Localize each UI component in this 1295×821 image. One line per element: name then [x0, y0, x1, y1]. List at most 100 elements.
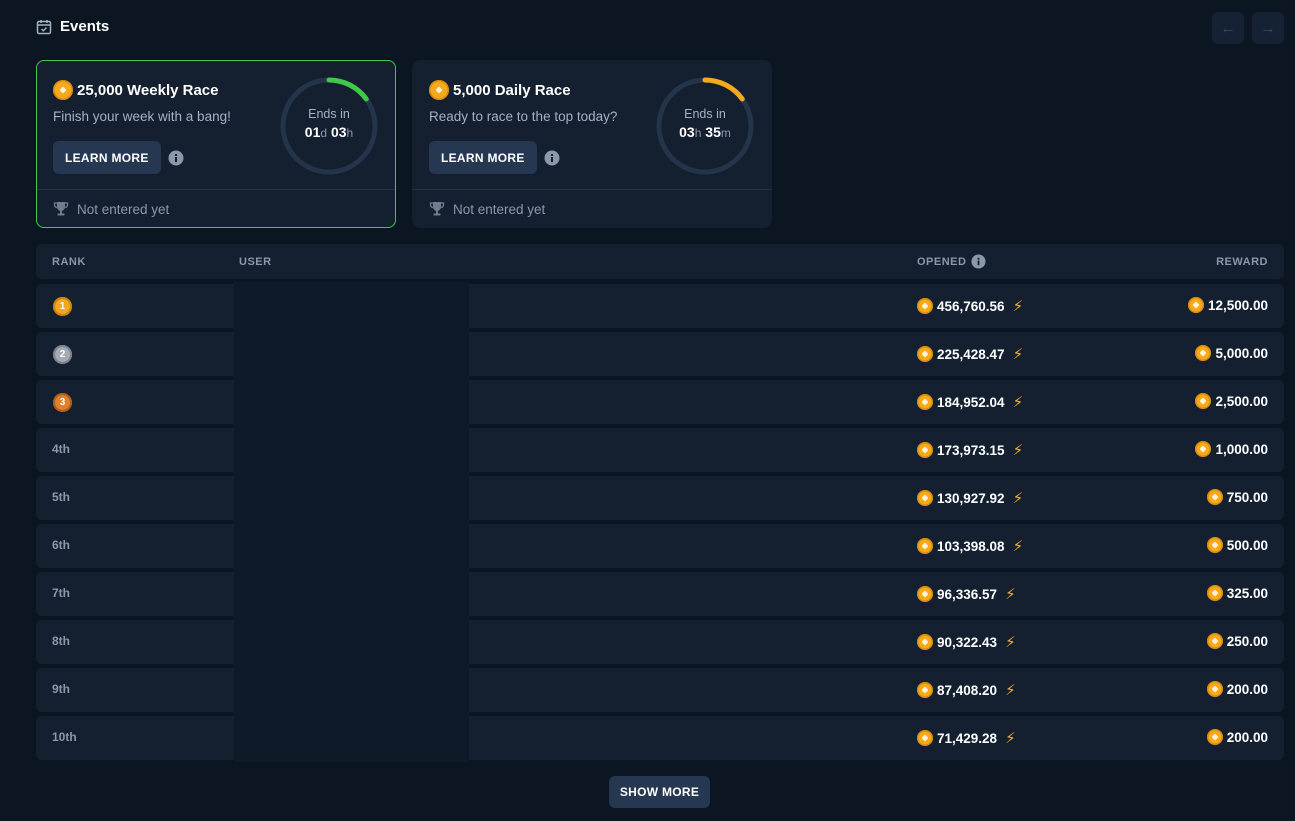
calendar-icon: [36, 19, 52, 34]
leaderboard-header: RANK USER OPENED REWARD: [36, 244, 1284, 279]
lightning-icon: ⚡︎: [1005, 634, 1016, 651]
opened-amount: 225,428.47: [937, 346, 1005, 362]
reward-amount: 12,500.00: [1207, 297, 1268, 313]
rank-label: 4th: [52, 442, 70, 456]
reward-value: 2,500.00: [1195, 393, 1268, 409]
info-icon[interactable]: [544, 150, 560, 166]
coin-icon: [917, 442, 933, 458]
reward-value: 200.00: [1206, 681, 1268, 697]
lightning-icon: ⚡︎: [1005, 586, 1016, 603]
learn-more-button[interactable]: LEARN MORE: [429, 141, 537, 174]
user-cell: [234, 522, 469, 570]
reward-amount: 1,000.00: [1215, 441, 1268, 457]
rank-label: 9th: [52, 682, 70, 696]
opened-value: 96,336.57 ⚡︎: [917, 585, 1016, 603]
reward-value: 325.00: [1206, 585, 1268, 601]
lightning-icon: ⚡︎: [1012, 394, 1024, 411]
opened-value: 225,428.47 ⚡︎: [917, 345, 1023, 363]
event-title-text: 5,000 Daily Race: [453, 81, 571, 99]
opened-amount: 103,398.08: [937, 538, 1005, 554]
trophy-icon: [53, 202, 69, 216]
table-row[interactable]: 5th 130,927.92 ⚡︎ 750.00: [36, 474, 1284, 522]
coin-icon: [917, 586, 933, 602]
reward-value: 1,000.00: [1195, 441, 1268, 457]
leaderboard-rows: 1 456,760.56 ⚡︎ 12,500.00 2 225,428.47 ⚡︎ 5,000…: [36, 282, 1284, 764]
coin-icon: [1206, 681, 1223, 697]
user-cell: [234, 714, 469, 762]
event-title: 5,000 Daily Race: [429, 80, 571, 100]
events-header: Events: [36, 18, 109, 35]
entry-status: Not entered yet: [53, 201, 169, 217]
divider: [37, 189, 395, 190]
coin-icon: [1195, 345, 1212, 361]
table-row[interactable]: 4th 173,973.15 ⚡︎ 1,000.00: [36, 426, 1284, 474]
next-button[interactable]: →: [1252, 12, 1284, 44]
user-cell: [234, 474, 469, 522]
table-row[interactable]: 3 184,952.04 ⚡︎ 2,500.00: [36, 378, 1284, 426]
lightning-icon: ⚡︎: [1005, 730, 1016, 747]
coin-icon: [429, 80, 449, 100]
col-user: USER: [239, 256, 272, 268]
lightning-icon: ⚡︎: [1012, 490, 1024, 507]
rank-label: 6th: [52, 538, 70, 552]
event-card-daily[interactable]: 5,000 Daily Race Ready to race to the to…: [412, 60, 772, 228]
status-text: Not entered yet: [77, 201, 170, 217]
lightning-icon: ⚡︎: [1012, 538, 1024, 555]
event-subtitle: Finish your week with a bang!: [53, 109, 231, 124]
rank-medal-icon: 3: [53, 393, 72, 412]
event-title: 25,000 Weekly Race: [53, 80, 219, 100]
learn-more-button[interactable]: LEARN MORE: [53, 141, 161, 174]
coin-icon: [917, 346, 933, 362]
opened-value: 87,408.20 ⚡︎: [917, 681, 1016, 699]
rank-medal-icon: 2: [53, 345, 72, 364]
table-row[interactable]: 10th 71,429.28 ⚡︎ 200.00: [36, 714, 1284, 762]
coin-icon: [1206, 729, 1223, 745]
coin-icon: [1206, 585, 1223, 601]
opened-value: 456,760.56 ⚡︎: [917, 297, 1023, 315]
reward-amount: 325.00: [1226, 585, 1268, 601]
opened-value: 173,973.15 ⚡︎: [917, 441, 1023, 459]
reward-value: 200.00: [1206, 729, 1268, 745]
opened-amount: 96,336.57: [937, 586, 998, 602]
coin-icon: [1206, 633, 1223, 649]
info-icon[interactable]: [971, 254, 986, 269]
opened-value: 130,927.92 ⚡︎: [917, 489, 1023, 507]
arrow-right-icon: →: [1260, 19, 1276, 37]
event-card-weekly[interactable]: 25,000 Weekly Race Finish your week with…: [36, 60, 396, 228]
reward-amount: 750.00: [1226, 489, 1268, 505]
user-cell: [234, 330, 469, 378]
coin-icon: [1195, 393, 1212, 409]
col-rank: RANK: [52, 256, 86, 268]
lightning-icon: ⚡︎: [1012, 442, 1024, 459]
rank-label: 8th: [52, 634, 70, 648]
coin-icon: [917, 634, 933, 650]
reward-amount: 5,000.00: [1215, 345, 1268, 361]
status-text: Not entered yet: [453, 201, 546, 217]
reward-amount: 200.00: [1226, 681, 1268, 697]
divider: [413, 189, 771, 190]
table-row[interactable]: 8th 90,322.43 ⚡︎ 250.00: [36, 618, 1284, 666]
coin-icon: [917, 298, 933, 314]
reward-amount: 200.00: [1226, 729, 1268, 745]
opened-value: 184,952.04 ⚡︎: [917, 393, 1023, 411]
event-title-text: 25,000 Weekly Race: [77, 81, 219, 99]
table-row[interactable]: 1 456,760.56 ⚡︎ 12,500.00: [36, 282, 1284, 330]
opened-amount: 184,952.04: [937, 394, 1005, 410]
table-row[interactable]: 2 225,428.47 ⚡︎ 5,000.00: [36, 330, 1284, 378]
countdown-time: 01d 03h: [304, 124, 354, 140]
opened-amount: 130,927.92: [937, 490, 1005, 506]
user-cell: [234, 282, 469, 330]
arrow-left-icon: ←: [1220, 19, 1236, 37]
carousel-nav: ← →: [1212, 12, 1284, 44]
opened-amount: 90,322.43: [937, 634, 998, 650]
table-row[interactable]: 9th 87,408.20 ⚡︎ 200.00: [36, 666, 1284, 714]
table-row[interactable]: 7th 96,336.57 ⚡︎ 325.00: [36, 570, 1284, 618]
prev-button[interactable]: ←: [1212, 12, 1244, 44]
table-row[interactable]: 6th 103,398.08 ⚡︎ 500.00: [36, 522, 1284, 570]
page-title: Events: [60, 18, 110, 35]
info-icon[interactable]: [168, 150, 184, 166]
show-more-button[interactable]: SHOW MORE: [609, 776, 710, 808]
reward-value: 12,500.00: [1187, 297, 1268, 313]
rank-label: 5th: [52, 490, 70, 504]
opened-value: 90,322.43 ⚡︎: [917, 633, 1016, 651]
